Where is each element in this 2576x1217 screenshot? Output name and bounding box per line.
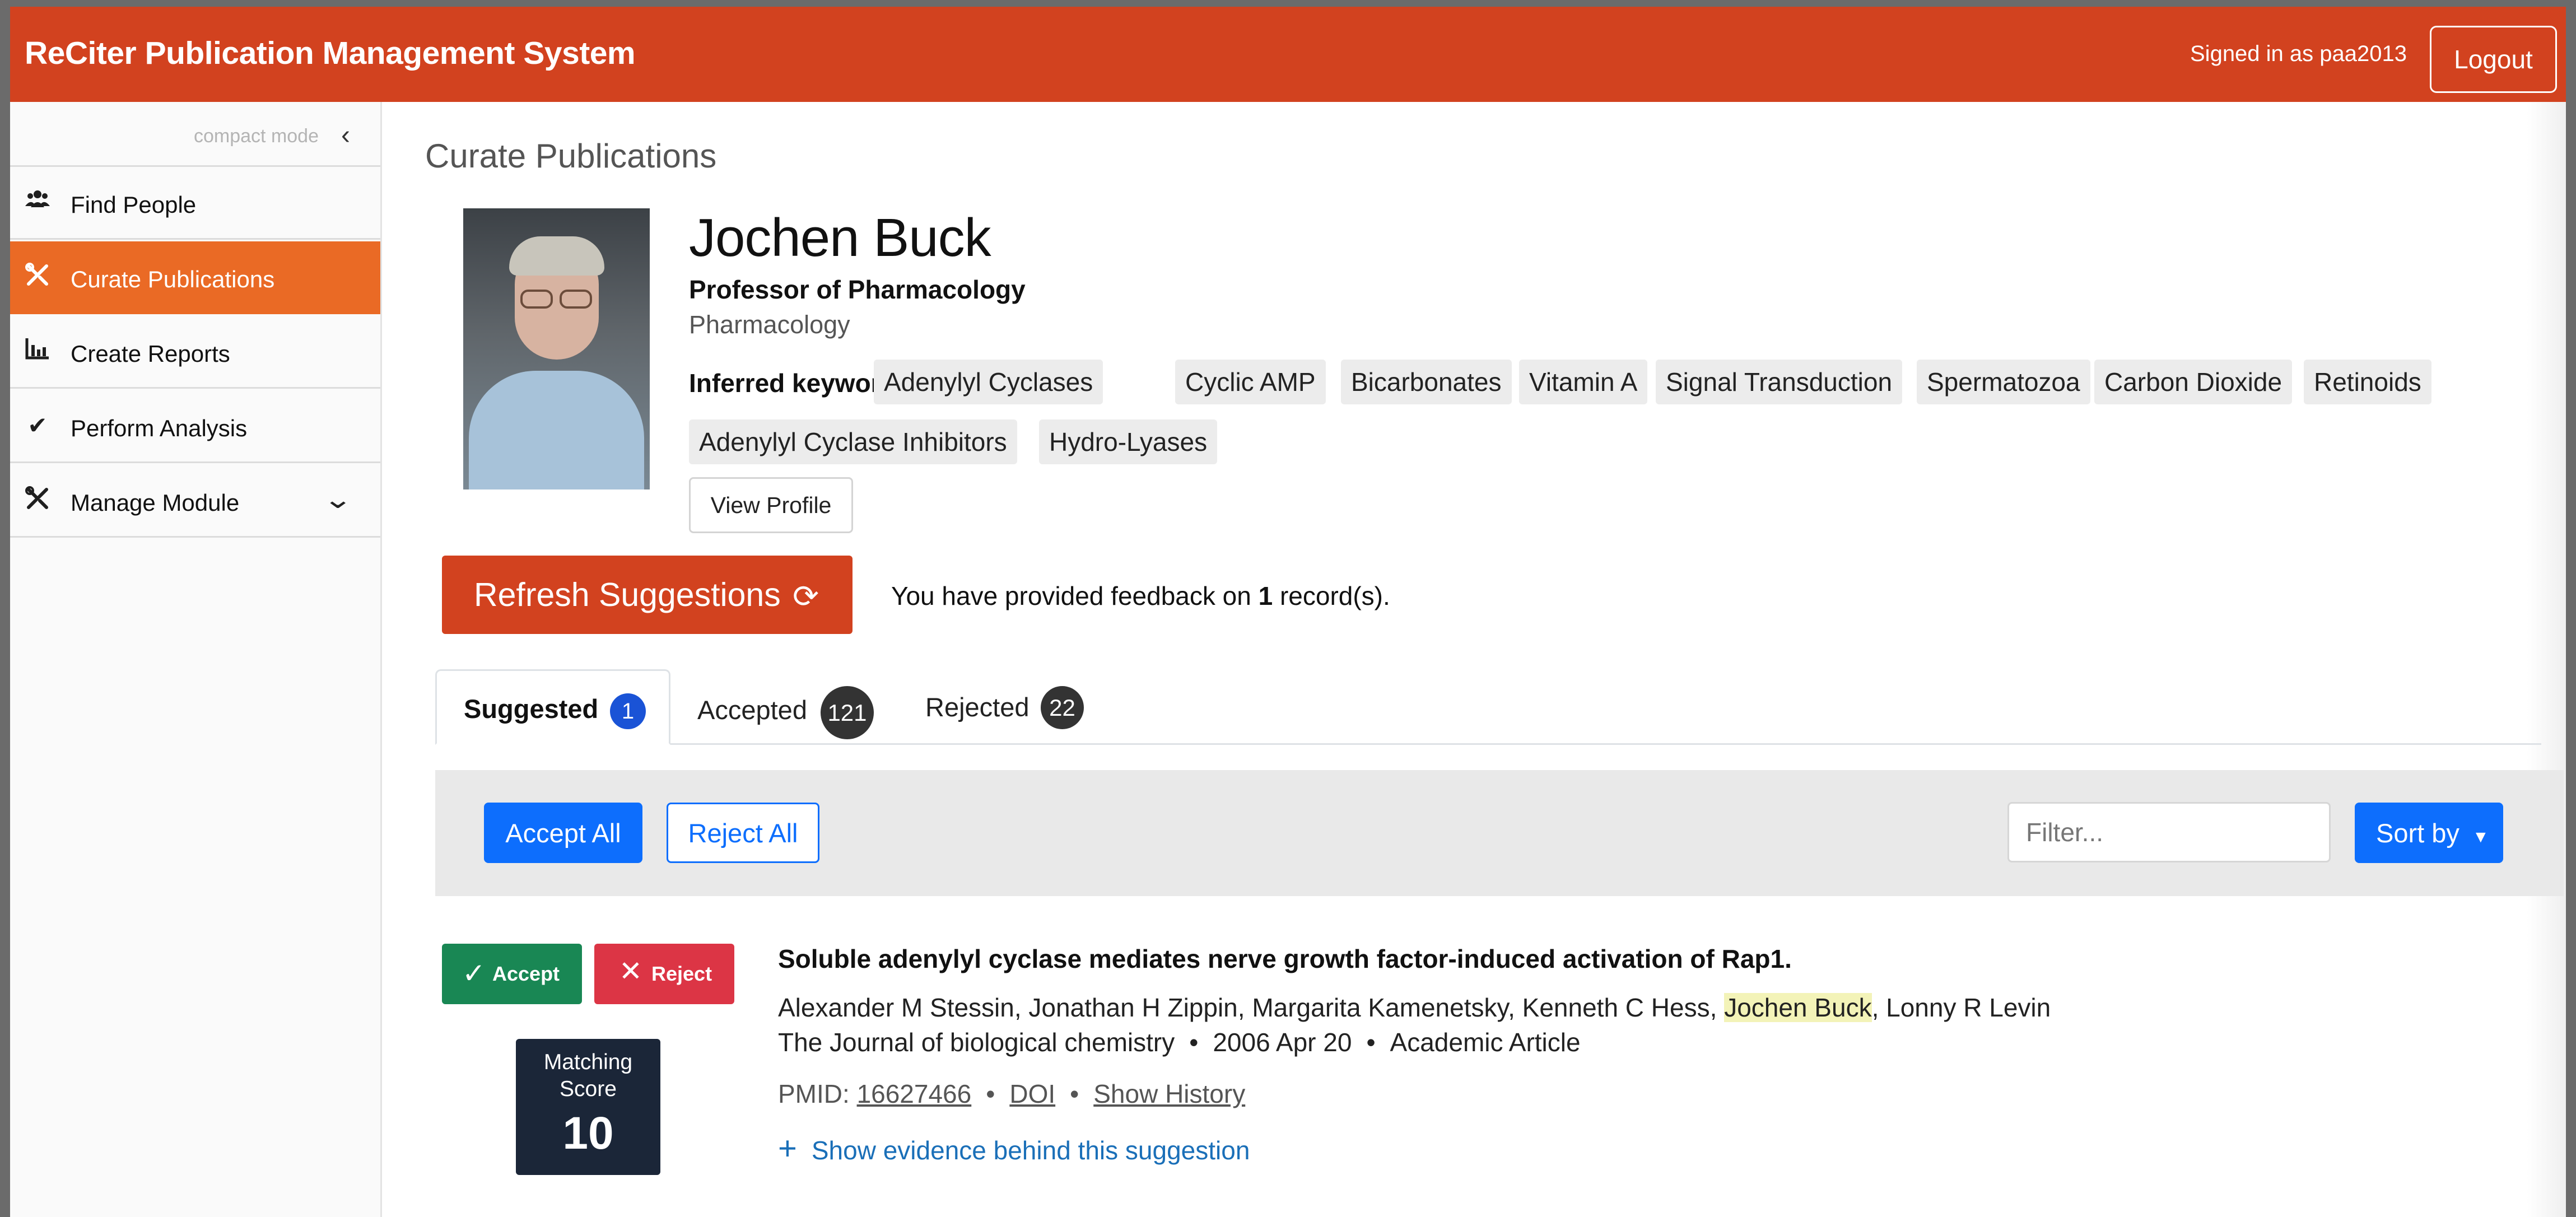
app-brand[interactable]: ReCiter Publication Management System (25, 35, 636, 72)
scroll-shade (2527, 102, 2566, 1217)
caret-down-icon: ▼ (2472, 827, 2489, 846)
bullet-separator: • (1366, 1028, 1376, 1057)
page-title: Curate Publications (425, 137, 717, 175)
count-badge: 121 (821, 686, 874, 739)
sidebar-item-manage-module[interactable]: Manage Module ⌄ (10, 465, 380, 538)
signed-in-text: Signed in as paa2013 (2190, 41, 2407, 66)
feedback-count: 1 (1258, 581, 1273, 610)
pmid-label: PMID: (778, 1079, 850, 1108)
person-department: Pharmacology (689, 310, 850, 339)
journal: The Journal of biological chemistry (778, 1028, 1175, 1057)
publication-title: Soluble adenylyl cyclase mediates nerve … (778, 944, 1792, 973)
sidebar-item-curate-publications[interactable]: Curate Publications (10, 241, 380, 314)
app-window: ReCiter Publication Management System Si… (10, 7, 2566, 1217)
refresh-label: Refresh Suggestions (474, 576, 781, 613)
tab-label: Accepted (697, 695, 807, 725)
profile-photo (463, 208, 650, 489)
authors-before: Alexander M Stessin, Jonathan H Zippin, … (778, 993, 1725, 1022)
filter-input[interactable] (2007, 802, 2331, 862)
keyword-tag: Vitamin A (1519, 360, 1648, 404)
tab-label: Suggested (464, 694, 599, 724)
person-name: Jochen Buck (689, 208, 991, 268)
view-profile-button[interactable]: View Profile (689, 477, 853, 533)
highlighted-author: Jochen Buck (1724, 993, 1872, 1022)
suggestions-toolbar: Accept All Reject All Sort by ▼ (435, 770, 2564, 896)
show-history-link[interactable]: Show History (1093, 1079, 1245, 1108)
sort-by-label: Sort by (2376, 818, 2459, 848)
count-badge: 1 (610, 693, 646, 729)
sidebar-item-label: Find People (71, 192, 197, 218)
tools-icon (24, 263, 52, 291)
compact-mode-toggle[interactable]: compact mode (194, 125, 319, 147)
refresh-suggestions-button[interactable]: Refresh Suggestions ⟳ (442, 556, 853, 634)
logout-button[interactable]: Logout (2430, 26, 2557, 93)
accept-all-button[interactable]: Accept All (484, 803, 642, 863)
plus-icon: + (778, 1130, 797, 1167)
doi-link[interactable]: DOI (1009, 1079, 1055, 1108)
bullet-separator: • (1070, 1079, 1079, 1108)
accept-label: Accept (492, 962, 560, 985)
feedback-status: You have provided feedback on 1 record(s… (891, 581, 1390, 611)
tab-label: Rejected (925, 692, 1030, 722)
checkmark-icon: ✔ (27, 412, 48, 439)
authors-after: , Lonny R Levin (1871, 993, 2051, 1022)
sidebar-item-label: Manage Module (71, 489, 240, 516)
keyword-tag: Hydro-Lyases (1039, 419, 1218, 464)
score-label: Matching Score (516, 1049, 660, 1103)
keyword-tag: Cyclic AMP (1175, 360, 1326, 404)
publication-meta: The Journal of biological chemistry • 2006… (778, 1027, 1581, 1057)
sidebar-item-find-people[interactable]: Find People (10, 167, 380, 240)
reject-label: Reject (651, 962, 712, 985)
sidebar-item-perform-analysis[interactable]: ✔ Perform Analysis (10, 390, 380, 463)
feedback-suffix: record(s). (1279, 581, 1390, 610)
pub-type: Academic Article (1390, 1028, 1581, 1057)
top-navbar: ReCiter Publication Management System Si… (10, 7, 2566, 102)
sidebar-item-label: Curate Publications (71, 266, 275, 292)
pub-date: 2006 Apr 20 (1213, 1028, 1352, 1057)
sidebar-item-label: Perform Analysis (71, 415, 248, 441)
accept-button[interactable]: ✓ Accept (442, 944, 582, 1004)
main-content: Curate Publications Jochen Buck Professo… (384, 102, 2566, 1217)
tab-rejected[interactable]: Rejected 22 (925, 669, 1093, 745)
keyword-tag: Signal Transduction (1656, 360, 1903, 404)
tab-suggested[interactable]: Suggested 1 (435, 669, 670, 745)
sidebar: compact mode ‹ Find People Curate Public… (10, 102, 382, 1217)
users-icon (24, 188, 52, 216)
tab-accepted[interactable]: Accepted 121 (697, 669, 882, 745)
publication-authors: Alexander M Stessin, Jonathan H Zippin, … (778, 992, 2051, 1023)
count-badge: 22 (1041, 686, 1084, 729)
show-evidence-toggle[interactable]: + Show evidence behind this suggestion (778, 1130, 1250, 1167)
publication-identifiers: PMID: 16627466 • DOI • Show History (778, 1079, 1245, 1109)
close-icon: ✕ (619, 955, 642, 987)
check-icon: ✓ (462, 958, 486, 989)
chevron-down-icon[interactable]: ⌄ (323, 484, 353, 514)
sort-by-dropdown[interactable]: Sort by ▼ (2355, 803, 2503, 863)
feedback-prefix: You have provided feedback on (891, 581, 1251, 610)
evidence-label: Show evidence behind this suggestion (811, 1136, 1250, 1165)
reject-all-button[interactable]: Reject All (667, 803, 819, 863)
sidebar-item-create-reports[interactable]: Create Reports (10, 316, 380, 389)
keyword-tag: Adenylyl Cyclases (874, 360, 1103, 404)
sidebar-item-label: Create Reports (71, 341, 230, 367)
bullet-separator: • (1189, 1028, 1199, 1057)
bullet-separator: • (986, 1079, 995, 1108)
score-value: 10 (562, 1108, 614, 1159)
keyword-tag: Retinoids (2304, 360, 2431, 404)
person-title: Professor of Pharmacology (689, 275, 1026, 304)
refresh-icon: ⟳ (793, 579, 819, 614)
score-label-line2: Score (560, 1077, 617, 1101)
keyword-tag: Bicarbonates (1341, 360, 1512, 404)
matching-score: Matching Score 10 (516, 1039, 660, 1175)
keyword-tag: Spermatozoa (1917, 360, 2090, 404)
chevron-left-icon[interactable]: ‹ (341, 120, 350, 151)
bar-chart-icon (24, 337, 52, 365)
pmid-link[interactable]: 16627466 (857, 1079, 972, 1108)
keyword-tag: Adenylyl Cyclase Inhibitors (689, 419, 1017, 464)
keyword-tag: Carbon Dioxide (2094, 360, 2293, 404)
tools-icon (24, 486, 52, 514)
reject-button[interactable]: ✕ Reject (594, 944, 734, 1004)
score-label-line1: Matching (543, 1050, 633, 1074)
